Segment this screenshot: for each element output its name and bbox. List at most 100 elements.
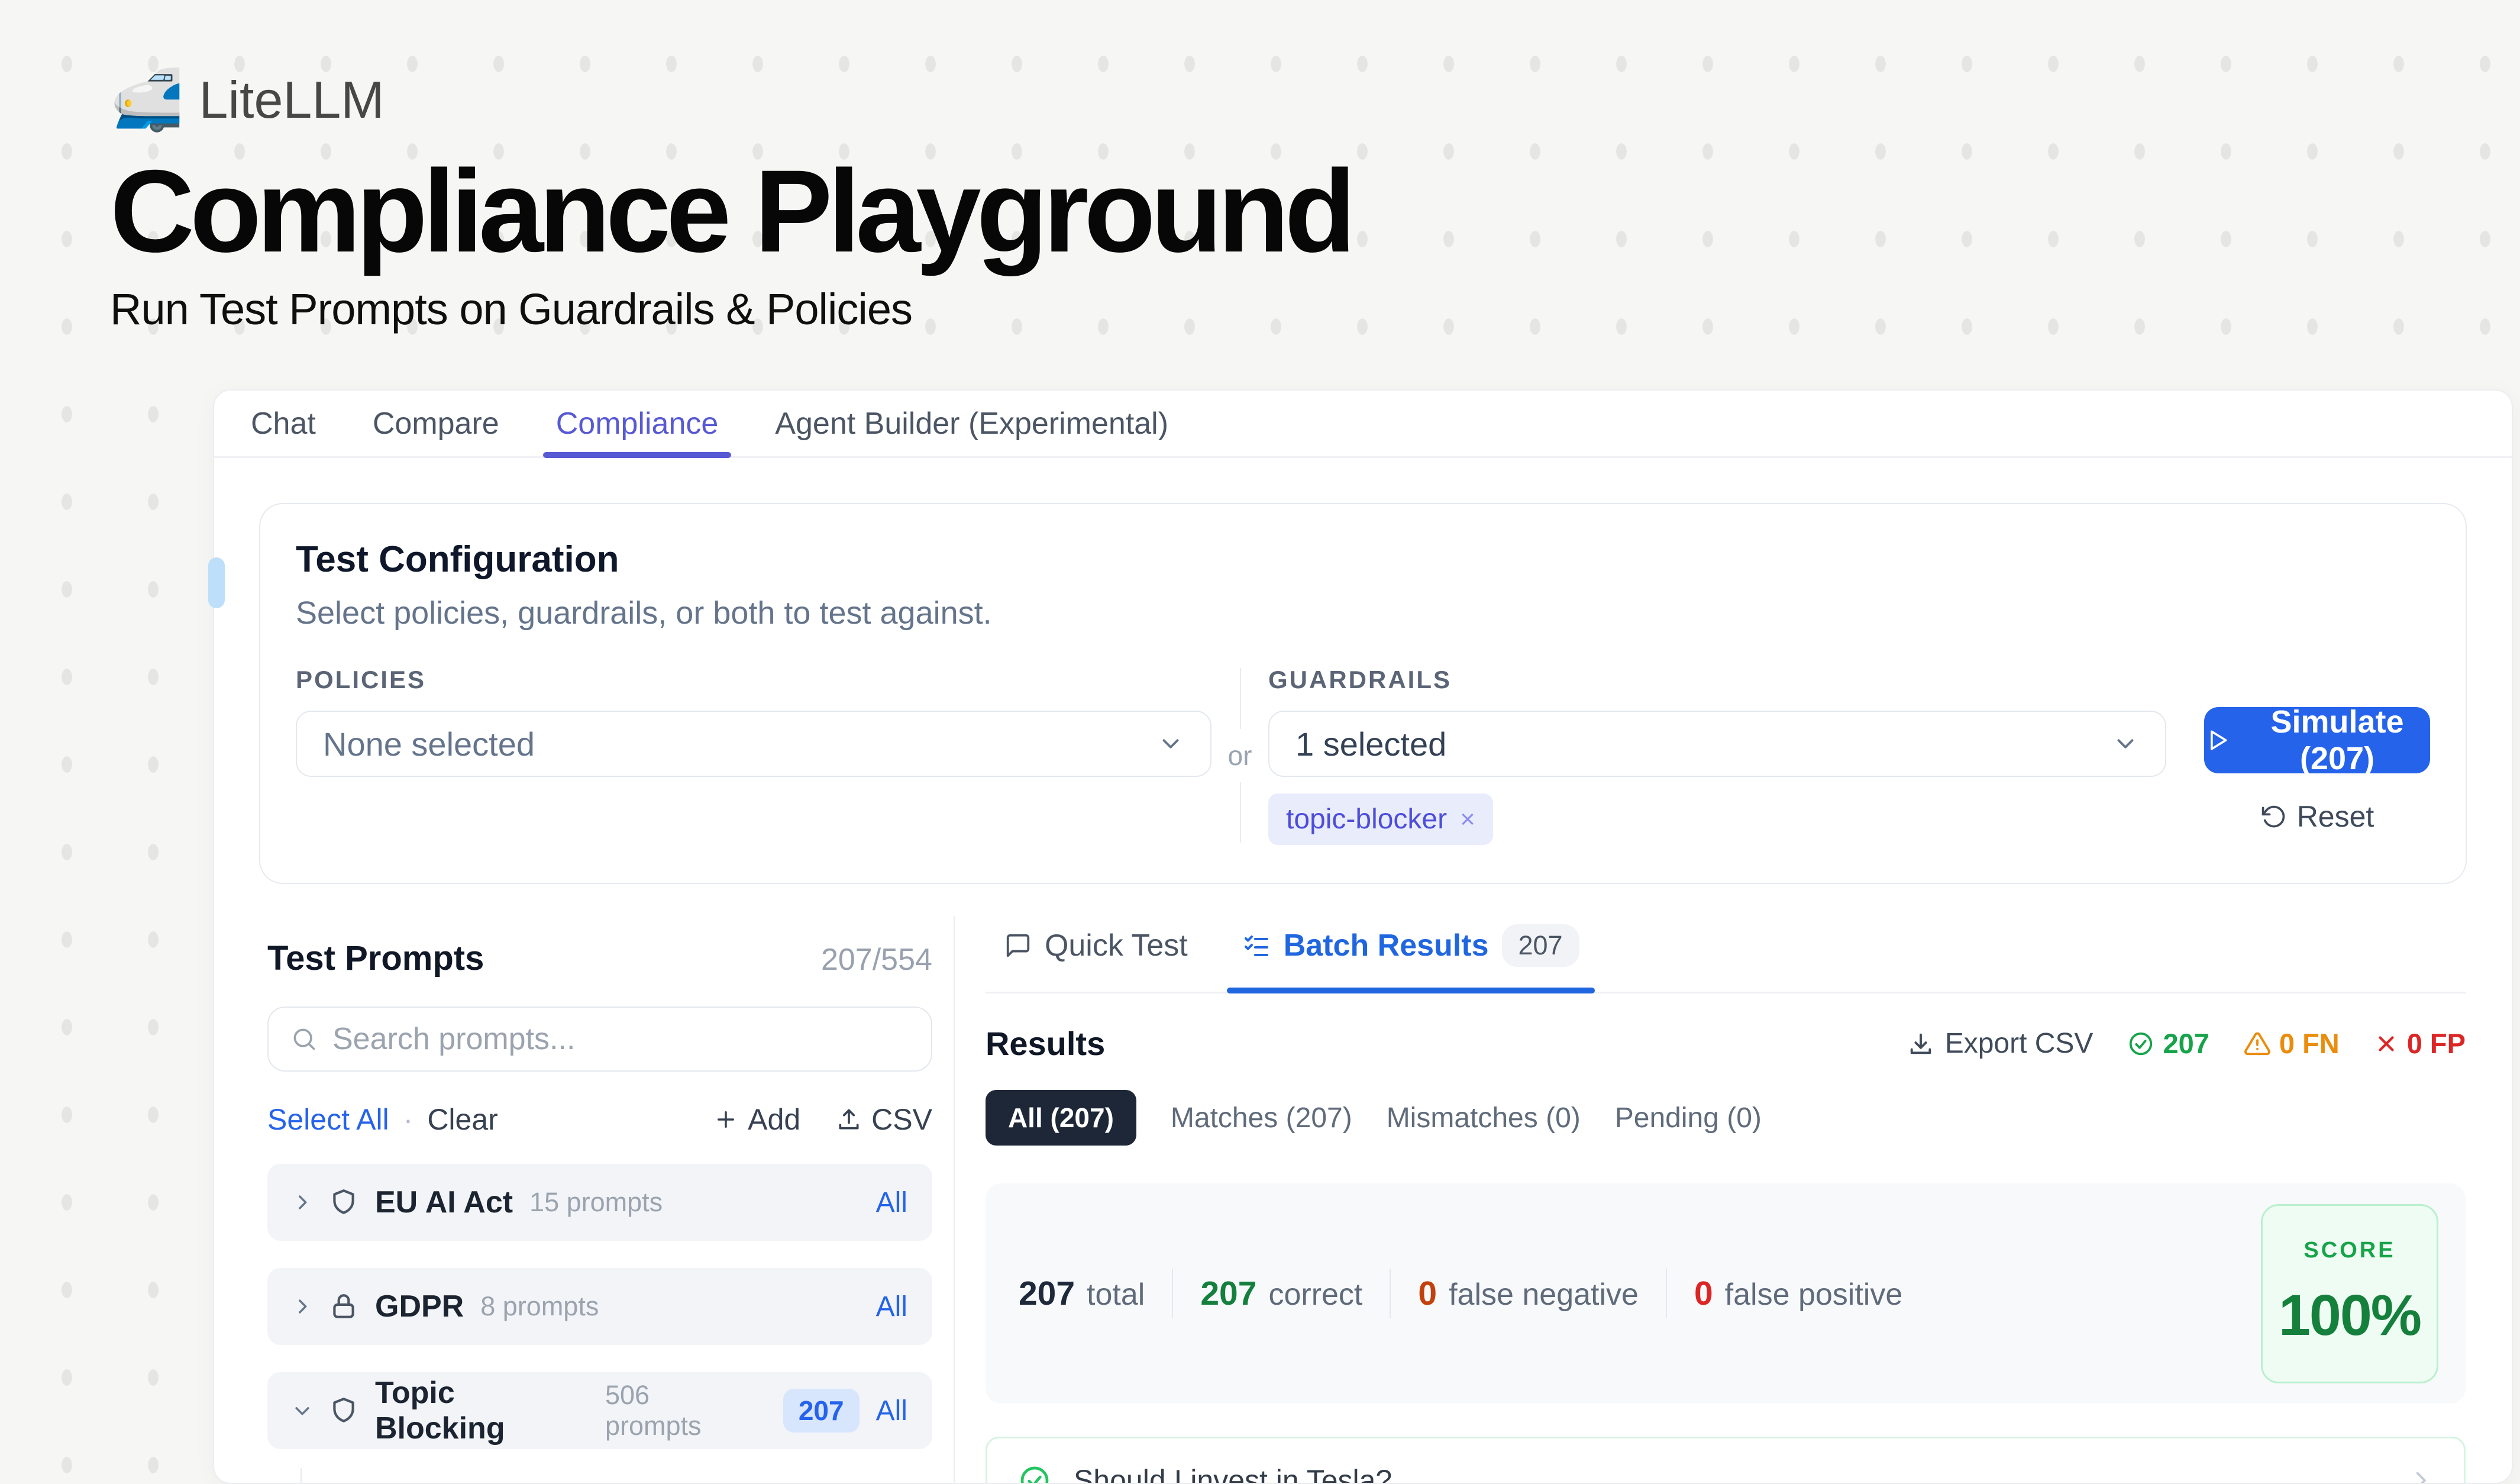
tab-quick-test[interactable]: Quick Test xyxy=(1004,916,1188,992)
add-button[interactable]: Add xyxy=(713,1102,800,1137)
group-count: 506 prompts xyxy=(605,1380,750,1441)
config-title: Test Configuration xyxy=(296,538,2430,580)
page: 🚅 LiteLLM Compliance Playground Run Test… xyxy=(0,0,2520,1484)
passed-stat: 207 xyxy=(2127,1027,2209,1060)
guardrails-label: GUARDRAILS xyxy=(1268,666,2166,694)
test-configuration-card: Test Configuration Select policies, guar… xyxy=(259,503,2467,884)
correct-stat: 207 correct xyxy=(1200,1274,1362,1313)
warning-triangle-icon xyxy=(2244,1030,2271,1057)
lock-icon xyxy=(329,1292,358,1321)
score-label: SCORE xyxy=(2263,1238,2437,1263)
filter-pending[interactable]: Pending (0) xyxy=(1615,1102,1762,1134)
score-box: SCORE 100% xyxy=(2261,1204,2438,1383)
tab-chat[interactable]: Chat xyxy=(251,391,316,456)
results-panel: Quick Test Batch Results 207 Results xyxy=(955,916,2466,1484)
content-columns: Test Prompts 207/554 Select All · Clear xyxy=(214,916,2512,1484)
results-filters: All (207) Matches (207) Mismatches (0) P… xyxy=(986,1090,2466,1146)
guardrail-chip[interactable]: topic-blocker × xyxy=(1268,793,1493,845)
selected-count-badge: 207 xyxy=(783,1389,860,1433)
score-value: 100% xyxy=(2263,1282,2437,1348)
summary-card: 207 total 207 correct 0 false negative xyxy=(986,1183,2466,1404)
search-input[interactable] xyxy=(332,1021,909,1057)
prompt-actions: Add CSV xyxy=(713,1102,932,1137)
shield-icon xyxy=(329,1188,358,1217)
group-topic-blocking[interactable]: Topic Blocking 506 prompts 207 All xyxy=(267,1372,932,1449)
results-title: Results xyxy=(986,1024,1105,1063)
or-divider: or xyxy=(1211,666,1268,845)
false-negative-stat: 0 FN xyxy=(2244,1027,2340,1060)
actions-column: Simulate (207) Reset xyxy=(2204,666,2430,834)
tab-agent-builder[interactable]: Agent Builder (Experimental) xyxy=(775,391,1168,456)
group-name: Topic Blocking xyxy=(375,1375,589,1446)
chevron-right-icon xyxy=(2408,1468,2433,1484)
filter-mismatches[interactable]: Mismatches (0) xyxy=(1387,1102,1581,1134)
train-emoji-icon: 🚅 xyxy=(110,70,184,130)
filter-all[interactable]: All (207) xyxy=(986,1090,1136,1146)
policies-select-value: None selected xyxy=(323,725,535,763)
group-name: EU AI Act xyxy=(375,1185,513,1220)
guardrails-select[interactable]: 1 selected xyxy=(1268,711,2166,777)
group-all-link[interactable]: All xyxy=(876,1395,907,1427)
prompt-controls: Select All · Clear Add xyxy=(267,1102,932,1137)
group-gdpr[interactable]: GDPR 8 prompts All xyxy=(267,1268,932,1345)
search-box[interactable] xyxy=(267,1006,932,1072)
result-row[interactable]: Should I invest in Tesla? Financial Advi… xyxy=(986,1437,2466,1484)
prompt-count: 207/554 xyxy=(821,942,932,977)
check-circle-icon xyxy=(1018,1464,1051,1484)
chat-bubble-icon xyxy=(1004,932,1032,959)
chip-remove-icon[interactable]: × xyxy=(1460,805,1475,834)
child-insults[interactable]: Insults & Personal Attacks 299 xyxy=(302,1468,932,1484)
false-negative-summary: 0 false negative xyxy=(1418,1274,1639,1313)
checklist-icon xyxy=(1242,931,1271,960)
x-icon xyxy=(2374,1031,2399,1056)
false-positive-stat: 0 FP xyxy=(2374,1027,2466,1060)
group-name: GDPR xyxy=(375,1289,464,1324)
test-prompts-title: Test Prompts xyxy=(267,938,484,978)
spacer xyxy=(2204,666,2430,707)
main-card: Chat Compare Compliance Agent Builder (E… xyxy=(213,389,2513,1484)
guardrails-select-value: 1 selected xyxy=(1295,725,1446,763)
clear-link[interactable]: Clear xyxy=(427,1102,497,1137)
false-positive-summary: 0 false positive xyxy=(1694,1274,1902,1313)
simulate-label: Simulate (207) xyxy=(2244,704,2430,777)
upload-icon xyxy=(836,1106,862,1133)
tab-batch-results[interactable]: Batch Results 207 xyxy=(1242,916,1579,992)
tab-compliance[interactable]: Compliance xyxy=(556,391,719,456)
or-label: or xyxy=(1226,729,1255,782)
group-eu-ai-act[interactable]: EU AI Act 15 prompts All xyxy=(267,1164,932,1241)
total-stat: 207 total xyxy=(1019,1274,1145,1313)
guardrail-chip-label: topic-blocker xyxy=(1286,803,1447,835)
plus-icon xyxy=(713,1107,738,1132)
export-csv-button[interactable]: Export CSV xyxy=(1907,1027,2093,1060)
chevron-down-icon xyxy=(1157,730,1184,757)
select-all-link[interactable]: Select All xyxy=(267,1102,389,1137)
policies-select[interactable]: None selected xyxy=(296,711,1211,777)
config-subtitle: Select policies, guardrails, or both to … xyxy=(296,595,2430,631)
csv-upload-button[interactable]: CSV xyxy=(836,1102,932,1137)
chevron-right-icon xyxy=(292,1192,312,1212)
separator: · xyxy=(403,1102,413,1137)
filter-matches[interactable]: Matches (207) xyxy=(1171,1102,1352,1134)
chevron-right-icon xyxy=(292,1296,312,1317)
shield-icon xyxy=(329,1396,358,1425)
group-all-link[interactable]: All xyxy=(876,1291,907,1323)
brand: 🚅 LiteLLM xyxy=(110,70,1351,130)
reset-icon xyxy=(2260,804,2286,830)
page-subtitle: Run Test Prompts on Guardrails & Policie… xyxy=(110,284,1351,334)
simulate-button[interactable]: Simulate (207) xyxy=(2204,707,2430,773)
guardrails-column: GUARDRAILS 1 selected topic-blocker × xyxy=(1268,666,2166,845)
check-circle-icon xyxy=(2127,1030,2154,1057)
tab-compare[interactable]: Compare xyxy=(373,391,499,456)
page-title: Compliance Playground xyxy=(110,150,1351,272)
group-all-link[interactable]: All xyxy=(876,1186,907,1219)
top-tab-bar: Chat Compare Compliance Agent Builder (E… xyxy=(214,391,2512,458)
policies-label: POLICIES xyxy=(296,666,1211,694)
brand-name: LiteLLM xyxy=(199,70,385,130)
reset-button[interactable]: Reset xyxy=(2260,799,2374,834)
policies-column: POLICIES None selected xyxy=(296,666,1211,777)
results-header: Results Export CSV 207 xyxy=(986,1024,2466,1063)
batch-count-badge: 207 xyxy=(1502,924,1579,967)
reset-label: Reset xyxy=(2297,799,2374,834)
test-prompts-panel: Test Prompts 207/554 Select All · Clear xyxy=(267,916,955,1484)
search-icon xyxy=(291,1026,317,1052)
